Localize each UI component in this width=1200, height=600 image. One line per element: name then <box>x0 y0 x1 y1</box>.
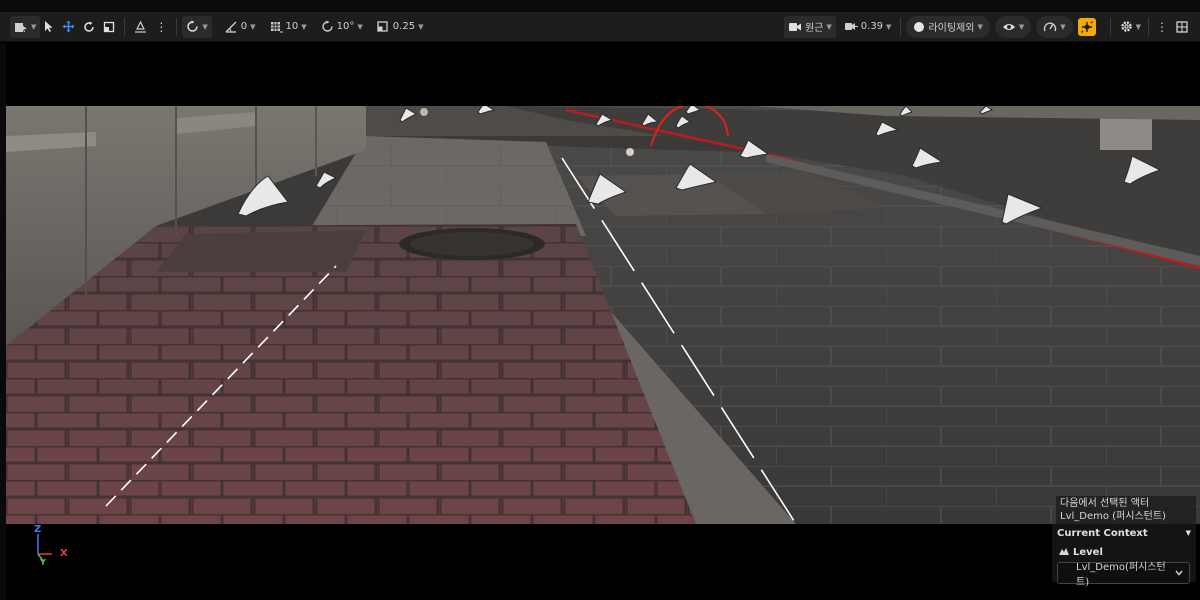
chevron-down-icon: ▼ <box>977 22 983 31</box>
axis-z-label: Z <box>34 524 42 535</box>
chevron-down-icon: ▼ <box>1135 22 1141 31</box>
toolbar-separator <box>176 17 178 36</box>
toolbar-separator <box>1109 17 1111 36</box>
realtime-toggle-button[interactable] <box>1076 16 1098 38</box>
view-mode-button[interactable]: 라이팅제외 ▼ <box>906 15 990 38</box>
surface-snap-button[interactable] <box>130 16 151 38</box>
viewport-layout-button[interactable] <box>1172 16 1192 38</box>
gear-icon <box>1120 20 1133 33</box>
vertical-dots-icon: ⋮ <box>1156 19 1168 34</box>
viewport-bottom-bar <box>6 524 1200 600</box>
layout-grid-icon <box>1176 20 1188 33</box>
level-editor: ▼ ⋮ ▼ 0 ▼ 10 ▼ 10° ▼ 0.25 ▼ 원근 ▼ 0.39 ▼ … <box>0 0 1200 600</box>
chevron-down-icon: ▼ <box>202 22 208 31</box>
rotate-tool-button[interactable] <box>79 16 99 38</box>
toolbar-separator <box>1148 17 1149 36</box>
chevron-down-icon: ▼ <box>418 22 424 31</box>
current-context-title: Current Context <box>1057 527 1148 539</box>
camera-projection-label: 원근 <box>804 23 824 34</box>
world-local-icon <box>186 20 199 33</box>
viewport-options-button[interactable]: ⋮ <box>1152 16 1172 38</box>
selection-info: 다음에서 선택된 액터 Lvl_Demo (퍼시스턴트) <box>1056 496 1196 524</box>
level-label: Level <box>1073 546 1103 558</box>
scale-snap-icon <box>377 20 390 33</box>
letterbox-top <box>6 43 1200 106</box>
triangle-down-icon: ▼ <box>1185 529 1191 537</box>
chevron-down-icon: ▼ <box>250 22 256 31</box>
title-strip <box>0 0 1200 12</box>
viewport-toolbar: ▼ ⋮ ▼ 0 ▼ 10 ▼ 10° ▼ 0.25 ▼ 원근 ▼ 0.39 ▼ … <box>0 12 1200 42</box>
rotate-icon <box>83 21 95 33</box>
scale-icon <box>103 21 115 33</box>
chevron-down-icon: ▼ <box>886 22 892 31</box>
grid-snap-icon <box>270 21 283 33</box>
level-select[interactable]: Lvl_Demo(퍼시스턴트) <box>1057 562 1190 588</box>
angle-icon <box>224 21 238 33</box>
eye-icon <box>1002 22 1016 32</box>
chevron-down-icon: ▼ <box>357 22 363 31</box>
axis-x-label: X <box>60 548 68 559</box>
chevron-down-icon <box>1175 568 1183 579</box>
current-context-panel: Current Context ▼ Level Lvl_Demo(퍼시스턴트) <box>1052 524 1196 588</box>
axis-gizmo: Z X Y <box>30 524 80 570</box>
selection-info-line1: 다음에서 선택된 액터 <box>1060 498 1150 509</box>
grid-snap-value: 10 <box>285 21 299 32</box>
scale-snap-button[interactable]: 0.25 ▼ <box>373 16 428 38</box>
grid-snap-toggle[interactable]: 10 ▼ <box>266 16 311 38</box>
level-select-value: Lvl_Demo(퍼시스턴트) <box>1076 562 1166 588</box>
camera-projection-button[interactable]: 원근 ▼ <box>783 15 836 38</box>
select-mode-icon <box>14 21 28 33</box>
toolbar-separator <box>900 17 902 36</box>
performance-scalability-button[interactable]: ▼ <box>1036 15 1073 38</box>
camera-speed-button[interactable]: 0.39 ▼ <box>840 16 896 38</box>
video-camera-icon <box>788 22 802 32</box>
chevron-down-icon: ▼ <box>1018 22 1025 31</box>
cursor-arrow-icon <box>44 20 54 33</box>
move-arrows-icon <box>62 20 75 33</box>
selection-info-line2: Lvl_Demo (퍼시스턴트) <box>1060 511 1166 522</box>
select-tool-button[interactable] <box>40 16 58 38</box>
show-flags-button[interactable]: ▼ <box>994 15 1032 38</box>
scale-snap-value: 0.25 <box>392 21 416 32</box>
rotation-snap-value: 10° <box>336 21 355 32</box>
axis-y-label: Y <box>40 558 46 567</box>
translate-tool-button[interactable] <box>58 16 79 38</box>
viewport-settings-button[interactable]: ▼ <box>1116 16 1145 38</box>
more-options-button[interactable]: ⋮ <box>151 16 171 38</box>
vertical-dots-icon: ⋮ <box>155 19 168 34</box>
level-viewport[interactable] <box>6 106 1200 524</box>
angle-snap-value: 0 <box>240 21 248 32</box>
camera-speed-icon <box>844 21 858 32</box>
view-mode-label: 라이팅제외 <box>928 23 975 34</box>
chevron-down-icon: ▼ <box>826 22 832 31</box>
gauge-icon <box>1043 21 1057 33</box>
street-scene <box>6 106 1200 524</box>
select-mode-button[interactable]: ▼ <box>10 15 41 38</box>
scale-tool-button[interactable] <box>99 16 119 38</box>
rotation-snap-value-button[interactable]: 10° ▼ <box>317 16 367 38</box>
lighting-sphere-icon <box>913 21 925 33</box>
toolbar-separator <box>124 17 126 36</box>
chevron-down-icon: ▼ <box>301 22 307 31</box>
realtime-icon <box>1077 17 1096 36</box>
camera-speed-value: 0.39 <box>860 21 884 32</box>
coordinate-system-button[interactable]: ▼ <box>182 15 212 38</box>
current-context-header[interactable]: Current Context ▼ <box>1052 524 1196 542</box>
chevron-down-icon: ▼ <box>1060 22 1066 31</box>
surface-snap-icon <box>134 20 147 33</box>
rotation-snap-toggle[interactable]: 0 ▼ <box>220 16 260 38</box>
rotation-snap-icon <box>321 20 334 33</box>
chevron-down-icon: ▼ <box>31 22 37 31</box>
level-icon <box>1059 546 1069 558</box>
